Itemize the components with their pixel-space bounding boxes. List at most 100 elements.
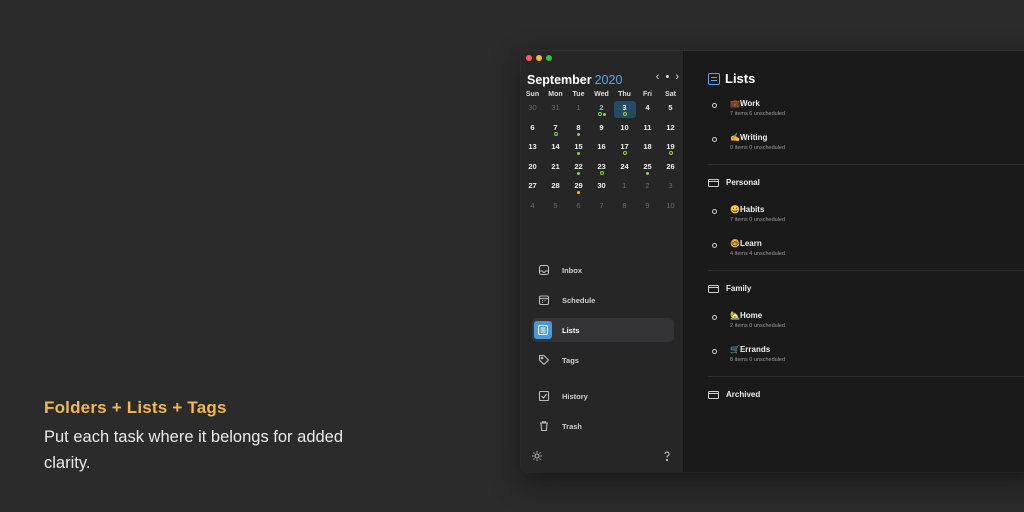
calendar-day[interactable]: 18 — [636, 140, 659, 160]
list-circle-icon — [712, 243, 717, 248]
list-item-writing[interactable]: ✍️Writing 0 items 0 unscheduled — [712, 133, 785, 151]
list-name: 💼Work — [730, 99, 760, 108]
calendar-day[interactable]: 1 — [567, 101, 590, 121]
event-dot-icon — [577, 191, 580, 195]
day-number: 7 — [599, 200, 604, 210]
day-number: 25 — [643, 161, 652, 171]
calendar-day[interactable]: 25 — [636, 160, 659, 180]
promo-title: Folders + Lists + Tags — [44, 398, 227, 417]
calendar-day[interactable]: 23 — [590, 160, 613, 180]
day-number: 18 — [643, 142, 652, 152]
event-indicator — [567, 190, 590, 195]
calendar-day[interactable]: 30 — [590, 179, 613, 199]
list-circle-icon — [712, 315, 717, 320]
calendar-day[interactable]: 7 — [544, 121, 567, 141]
calendar-day[interactable]: 1 — [613, 179, 636, 199]
calendar-day[interactable]: 21 — [544, 160, 567, 180]
calendar-day[interactable]: 6 — [567, 199, 590, 219]
day-number: 1 — [576, 103, 581, 112]
folder-name: Family — [726, 284, 752, 293]
calendar-day[interactable]: 11 — [636, 121, 659, 141]
calendar-day[interactable]: 5 — [659, 101, 682, 121]
calendar-day[interactable]: 2 — [636, 179, 659, 199]
calendar-day[interactable]: 26 — [659, 160, 682, 180]
chevron-right-icon[interactable]: › — [675, 71, 679, 83]
list-item-errands[interactable]: 🛒Errands 8 items 0 unscheduled — [712, 345, 785, 363]
weekday-label: Tue — [572, 91, 585, 98]
calendar-day[interactable]: 10 — [613, 121, 636, 141]
minimize-window-button[interactable] — [536, 55, 542, 61]
event-dot-icon — [602, 113, 606, 116]
sidebar-item-lists[interactable]: Lists — [532, 318, 674, 342]
event-dot-icon — [553, 131, 558, 136]
list-name: ✍️Writing — [730, 133, 768, 142]
calendar-day[interactable]: 24 — [613, 160, 636, 180]
weekday-label: Sat — [665, 91, 676, 98]
calendar-day[interactable]: 22 — [567, 160, 590, 180]
calendar-day[interactable]: 27 — [521, 179, 544, 199]
list-icon — [534, 321, 552, 339]
calendar-day[interactable]: 14 — [544, 140, 567, 160]
close-window-button[interactable] — [526, 55, 532, 61]
calendar-day[interactable]: 3 — [659, 179, 682, 199]
list-item-learn[interactable]: 🤓Learn 4 items 4 unscheduled — [712, 239, 785, 257]
event-indicator — [613, 112, 636, 116]
calendar-day[interactable]: 17 — [613, 140, 636, 160]
calendar-day[interactable]: 29 — [567, 179, 590, 199]
calendar-day-selected[interactable]: 3 — [613, 101, 636, 121]
calendar-day[interactable]: 2 — [590, 101, 613, 121]
list-name: 😀Habits — [730, 205, 765, 214]
sidebar-item-history[interactable]: History — [532, 384, 674, 408]
calendar-day[interactable]: 9 — [590, 121, 613, 141]
calendar-day[interactable]: 19 — [659, 140, 682, 160]
sidebar-item-label: Trash — [562, 421, 583, 431]
gear-icon[interactable] — [531, 449, 543, 463]
zoom-window-button[interactable] — [546, 55, 552, 61]
calendar-day[interactable]: 16 — [590, 140, 613, 160]
calendar-day[interactable]: 5 — [544, 199, 567, 219]
day-number: 26 — [666, 161, 675, 171]
calendar-day[interactable]: 31 — [544, 101, 567, 121]
calendar-day[interactable]: 20 — [521, 160, 544, 180]
day-number: 9 — [645, 200, 650, 210]
day-number: 8 — [576, 122, 581, 132]
calendar-day[interactable]: 6 — [521, 121, 544, 141]
folder-family[interactable]: Family — [708, 284, 751, 293]
list-item-habits[interactable]: 😀Habits 7 items 0 unscheduled — [712, 205, 785, 223]
day-number: 11 — [643, 122, 652, 132]
today-dot-icon[interactable]: • — [665, 71, 669, 83]
calendar-header: September 2020 ‹ • › — [527, 71, 679, 87]
list-meta: 7 items 6 unscheduled — [730, 111, 786, 117]
calendar-day[interactable]: 30 — [521, 101, 544, 121]
tag-icon — [537, 354, 550, 367]
list-item-home[interactable]: 🏡Home 2 items 0 unscheduled — [712, 311, 785, 329]
day-number: 10 — [666, 200, 675, 210]
calendar-day[interactable]: 9 — [636, 199, 659, 219]
chevron-left-icon[interactable]: ‹ — [656, 71, 660, 83]
calendar-day[interactable]: 28 — [544, 179, 567, 199]
sidebar-item-schedule[interactable]: Schedule — [532, 288, 674, 312]
folder-personal[interactable]: Personal — [708, 178, 760, 187]
calendar-day[interactable]: 10 — [659, 199, 682, 219]
list-name: 🤓Learn — [730, 239, 762, 248]
calendar-day[interactable]: 8 — [613, 199, 636, 219]
folder-name: Archived — [726, 390, 761, 399]
sidebar-item-inbox[interactable]: Inbox — [532, 258, 674, 282]
day-number: 3 — [668, 181, 673, 191]
sidebar-item-trash[interactable]: Trash — [532, 414, 674, 438]
calendar-day[interactable]: 4 — [521, 199, 544, 219]
sidebar-item-label: Lists — [562, 325, 580, 335]
calendar-day[interactable]: 12 — [659, 121, 682, 141]
day-number: 30 — [528, 103, 537, 112]
event-dot-icon — [577, 171, 580, 175]
calendar-day[interactable]: 7 — [590, 199, 613, 219]
calendar-day[interactable]: 4 — [636, 101, 659, 121]
calendar-day[interactable]: 13 — [521, 140, 544, 160]
calendar-day[interactable]: 15 — [567, 140, 590, 160]
calendar-day[interactable]: 8 — [567, 121, 590, 141]
folder-icon — [708, 390, 719, 399]
list-item-work[interactable]: 💼Work 7 items 6 unscheduled — [712, 99, 785, 117]
folder-archived[interactable]: Archived — [708, 390, 760, 399]
help-icon[interactable] — [661, 449, 673, 463]
sidebar-item-tags[interactable]: Tags — [532, 348, 674, 372]
